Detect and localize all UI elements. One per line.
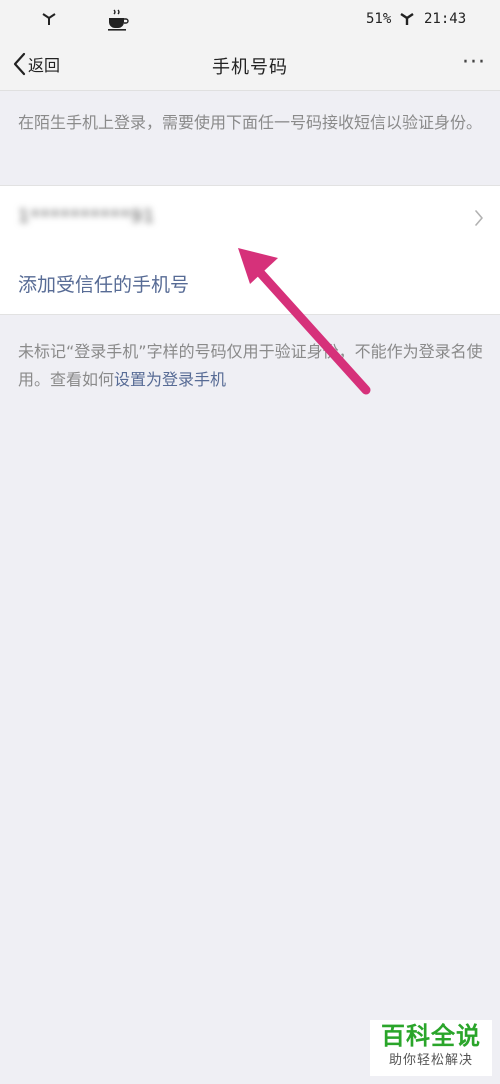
annotation-arrow	[238, 248, 371, 395]
status-bar: 51% 21:43	[0, 0, 500, 40]
page-title: 手机号码	[212, 57, 288, 78]
watermark-logo: 百科全说 助你轻松解决	[370, 1020, 492, 1076]
phone-number-row[interactable]: 1**********91	[0, 185, 500, 251]
add-trusted-phone-button[interactable]: 添加受信任的手机号	[0, 250, 500, 315]
set-login-phone-link[interactable]: 设置为登录手机	[114, 370, 226, 389]
status-time: 21:43	[424, 11, 467, 27]
coffee-icon	[108, 9, 129, 31]
phone-number: 1**********91	[18, 206, 156, 227]
login-phone-note: 未标记“登录手机”字样的号码仅用于验证身份，不能作为登录名使用。查看如何设置为登…	[18, 338, 488, 394]
chevron-right-icon	[475, 210, 483, 226]
battery-percent: 51%	[366, 11, 392, 27]
more-options-button[interactable]: ···	[462, 50, 486, 75]
description-text: 在陌生手机上登录，需要使用下面任一号码接收短信以验证身份。	[18, 113, 483, 132]
watermark-title: 百科全说	[381, 1022, 481, 1050]
add-trusted-phone-label: 添加受信任的手机号	[18, 274, 190, 296]
note-text: 未标记“登录手机”字样的号码仅用于验证身份，不能作为登录名使用。查看如何	[18, 342, 483, 389]
nav-bar: 返回 手机号码 ···	[0, 40, 500, 91]
signal-icon	[42, 13, 56, 25]
watermark-subtitle: 助你轻松解决	[388, 1053, 473, 1068]
signal-icon	[400, 13, 414, 25]
